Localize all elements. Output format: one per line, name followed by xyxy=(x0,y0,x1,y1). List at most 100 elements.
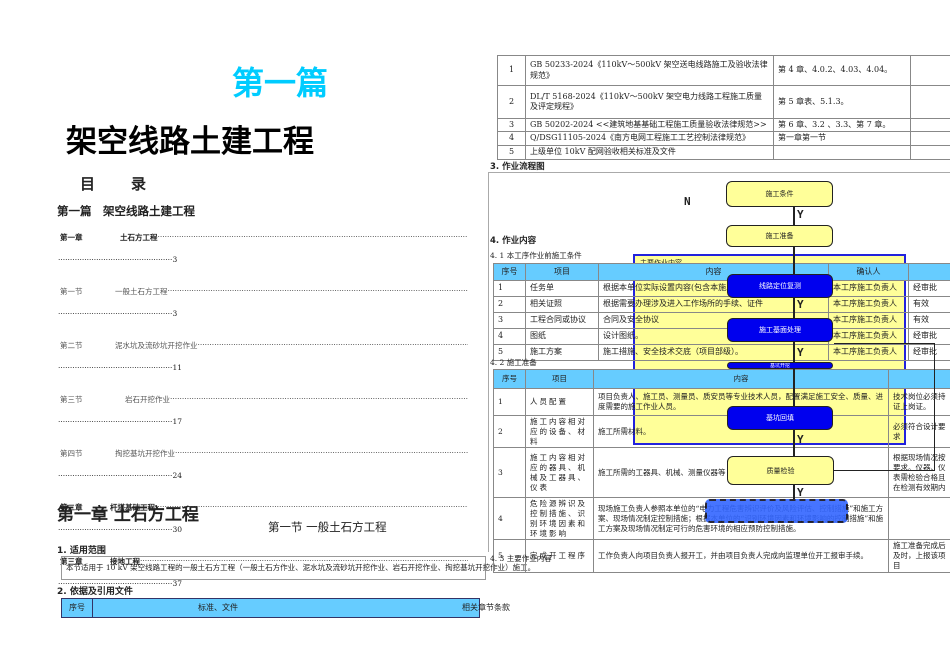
table-cell: 5 xyxy=(497,144,526,160)
table-cell: 工作负责人向项目负责人报开工，并由项目负责人完成向监理单位开工报审手续。 xyxy=(593,539,889,573)
n-label: N xyxy=(684,195,691,208)
y-label: Y xyxy=(797,486,804,499)
toc-entry-title: 泥水坑及流砂坑开挖作业 xyxy=(115,341,198,350)
table-cell: 经审批 xyxy=(908,280,950,297)
toc-leader-dots: ········································… xyxy=(175,448,468,457)
table-cell: 工程合同或协议 xyxy=(525,312,599,329)
chapter-title: 第一章 土石方工程 xyxy=(57,505,199,525)
feedback-line xyxy=(834,343,935,471)
step-dashed-box xyxy=(705,499,848,523)
table-cell: 3 xyxy=(497,117,526,133)
toc-entry[interactable]: 第二节 泥水坑及流砂坑开挖作业 ··························… xyxy=(58,340,468,372)
part-label: 第一篇 xyxy=(232,64,329,102)
table-cell: 第 4 章、4.0.2、4.03、4.04。 xyxy=(773,55,911,86)
table-row: 3 GB 50202-2024 <<建筑地基基础工程施工质量验收法律规范>> 第 6… xyxy=(497,117,950,133)
table-row: 3 工程合同或协议 合同及安全协议 本工序施工负责人 有效 xyxy=(493,312,950,329)
flow-connector xyxy=(793,207,795,227)
toc-entry-page: 3 xyxy=(172,255,178,264)
table-cell xyxy=(910,144,950,160)
table-cell: 图纸 xyxy=(525,328,599,345)
scope-box: 本节适用于 10 kV 架空线路工程的一般土石方工程（一般土石方作业、泥水坑及流… xyxy=(61,556,535,580)
table-cell: 有效 xyxy=(908,296,950,313)
toc-entry-page: 11 xyxy=(172,363,182,372)
col-header: 相关章节条款 xyxy=(462,603,510,612)
table-cell: 施工内容相对应的设备、材料 xyxy=(525,414,594,449)
table-cell: 第 5 章表、5.1.3。 xyxy=(773,85,911,119)
refs-header-col3 xyxy=(342,598,480,618)
table-cell: GB 50233-2024《110kV～500kV 架空送电线路施工及验收法律规… xyxy=(525,55,774,86)
table-cell: 任务单 xyxy=(525,280,599,297)
table-row: 1 任务单 根据本单位实际设置内容(包含本施工作业任务) 本工序施工负责人 经审批 xyxy=(493,280,950,297)
part-title: 架空线路土建工程 xyxy=(66,124,314,160)
toc-leader-dots: ········································… xyxy=(58,363,173,372)
refs-table: 1 GB 50233-2024《110kV～500kV 架空送电线路施工及验收法律… xyxy=(497,55,950,160)
table-cell: 本工序施工负责人 xyxy=(828,312,909,329)
table-cell: 1 xyxy=(493,280,526,297)
table-cell: 施工准备完成后及时，上报该项目 xyxy=(888,539,950,573)
toc-entry-title: 岩石开挖作业 xyxy=(125,395,170,404)
toc-entry-number: 第一章 xyxy=(60,233,83,242)
table-cell: 人员配置 xyxy=(525,388,594,416)
toc-leader-dots: ········································… xyxy=(58,471,173,480)
col-header: 序号 xyxy=(493,369,526,389)
table-row: 2 DL/T 5168-2024《110kV～500kV 架空电力线路工程施工质量… xyxy=(497,85,950,119)
toc-entry-number: 第三节 xyxy=(60,395,83,404)
toc-entry-page: 24 xyxy=(172,471,182,480)
col-header xyxy=(908,263,950,281)
toc-entry-title: 掏挖基坑开挖作业 xyxy=(115,449,175,458)
flow-heading: 3. 作业流程图 xyxy=(490,162,545,172)
table-cell xyxy=(773,144,911,160)
col-header: 项目 xyxy=(525,263,599,281)
toc-entry-page: 37 xyxy=(172,579,182,588)
table-cell: 2 xyxy=(497,85,526,119)
refs-header-table: 序号 标准、文件 xyxy=(61,598,344,618)
refs-heading: 2. 依据及引用文件 xyxy=(57,587,133,597)
table-cell: 本工序施工负责人 xyxy=(828,280,909,297)
section-title: 第一节 一般土石方工程 xyxy=(268,520,387,534)
toc-entry-number: 第二节 xyxy=(60,341,83,350)
table-cell: 4 xyxy=(493,328,526,345)
toc-leader-dots: ········································… xyxy=(58,417,173,426)
cond-heading: 4. 1 本工序作业前施工条件 xyxy=(490,251,582,260)
main-work-heading: 4. 3 主要作业内容 xyxy=(490,554,552,563)
y-label: Y xyxy=(797,346,804,359)
toc-entry[interactable]: 第一节 一般土石方工程 ······························… xyxy=(58,286,469,318)
toc-entry-number: 第四节 xyxy=(60,449,83,458)
toc-leader-dots: ········································… xyxy=(157,232,469,241)
table-cell: 本工序施工负责人 xyxy=(828,296,909,313)
toc-entry-page: 3 xyxy=(172,309,178,318)
step-quality-check: 质量检验 xyxy=(727,456,834,485)
col-header: 序号 xyxy=(493,263,526,281)
toc-entry[interactable]: 第四节 掏挖基坑开挖作业 ·····························… xyxy=(58,448,468,480)
table-cell: 第一章第一节 xyxy=(773,131,911,146)
table-cell: 3 xyxy=(493,312,526,329)
table-cell: Q/DSG11105-2024《南方电网工程施工工艺控制法律规范》 xyxy=(525,131,774,146)
toc-title: 目 录 xyxy=(80,175,149,193)
table-cell: 施工内容相对应的器具、机械及工器具、仪表 xyxy=(525,447,594,499)
step-line-survey: 线路定位复测 xyxy=(727,274,833,298)
toc-leader-dots: ········································… xyxy=(58,309,173,318)
table-cell xyxy=(910,85,950,119)
y-label: Y xyxy=(797,298,804,311)
table-row: 5 上级单位 10kV 配网验收相关标准及文件 xyxy=(497,144,950,160)
table-cell: 危险源辨识及控制措施、识别环境因素和环境影响 xyxy=(525,497,594,541)
scope-heading: 1. 适用范围 xyxy=(57,546,106,556)
table-cell: GB 50202-2024 <<建筑地基基础工程施工质量验收法律规范>> xyxy=(525,117,774,133)
table-cell: DL/T 5168-2024《110kV～500kV 架空电力线路工程施工质量及… xyxy=(525,85,774,119)
toc-leader-dots: ········································… xyxy=(167,286,469,295)
toc-entry[interactable]: 第三节 岩石开挖作业 ·······························… xyxy=(58,394,468,426)
toc-entry[interactable]: 第一章 土石方工程 ································… xyxy=(58,232,469,264)
table-row: 2 相关证照 根据需要办理涉及进入工作场所的手续、证件 本工序施工负责人 有效 xyxy=(493,296,950,313)
table-cell: 1 xyxy=(493,388,526,416)
table-cell: 上级单位 10kV 配网验收相关标准及文件 xyxy=(525,144,774,160)
table-cell xyxy=(910,117,950,133)
toc-leader-dots: ········································… xyxy=(155,502,468,511)
flow-connector xyxy=(793,485,795,499)
toc-leader-dots: ········································… xyxy=(58,255,173,264)
step-pit-backfill: 基坑回填 xyxy=(727,406,833,430)
table-cell: 1 xyxy=(497,55,526,86)
table-cell xyxy=(910,131,950,146)
prep-heading: 4. 2 施工准备 xyxy=(490,358,537,367)
y-label: Y xyxy=(797,208,804,221)
table-cell xyxy=(910,55,950,86)
